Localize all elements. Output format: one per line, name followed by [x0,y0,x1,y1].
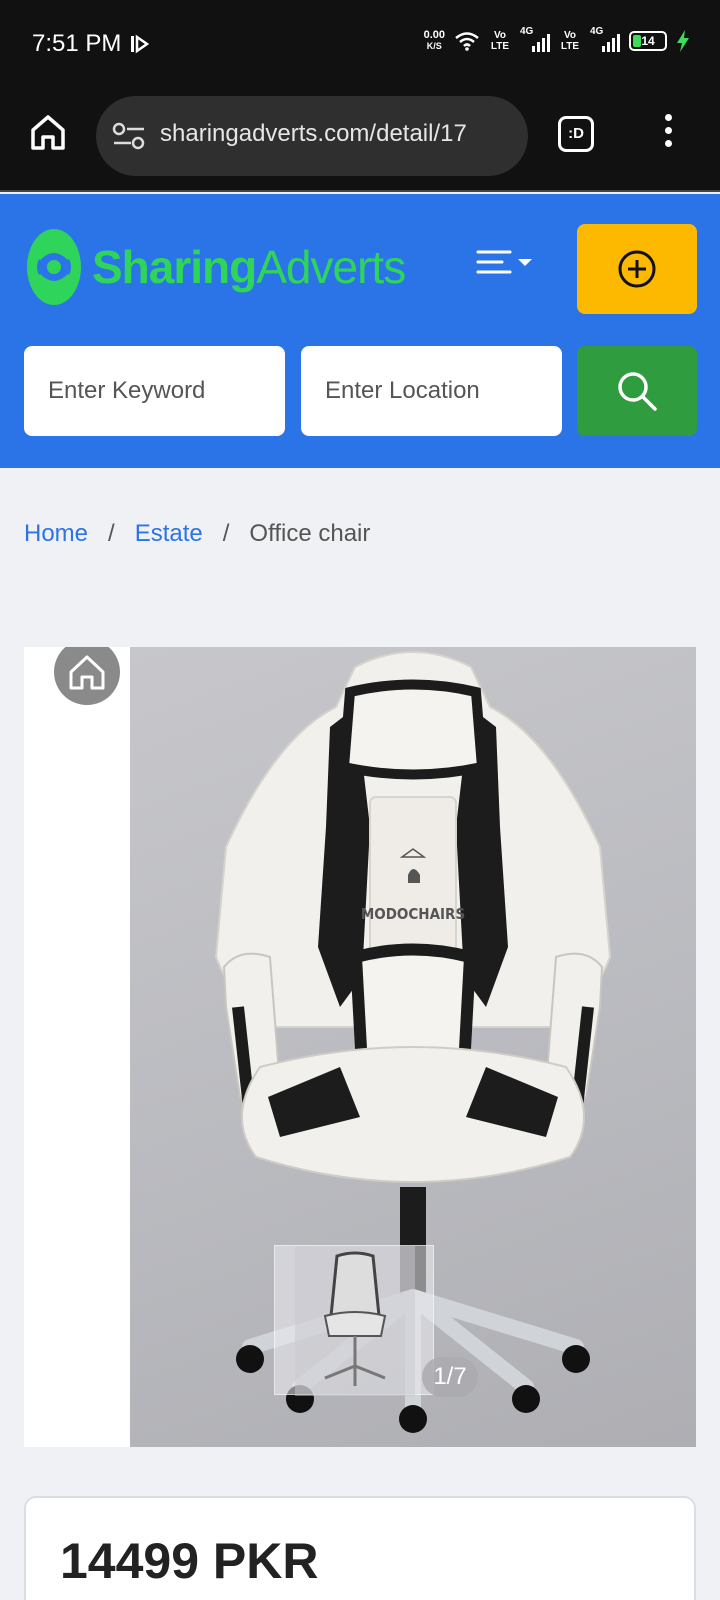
site-header: SharingAdverts Enter Keyword Enter Locat… [0,194,720,468]
menu-lines-icon [476,250,532,274]
search-icon [618,372,657,411]
breadcrumb-current: Office chair [249,520,371,547]
network-speed: 0.00 K/S [423,29,445,52]
site-settings-icon[interactable] [112,122,146,150]
watermark-text: MODOCHAIRS [361,905,465,923]
image-gallery: MODOCHAIRS 1/7 [24,647,696,1447]
gallery-thumbnail[interactable] [274,1245,434,1396]
price-card: 14499 PKR [24,1496,696,1600]
breadcrumb-separator: / [108,520,115,547]
signal-2-icon: 4G [590,26,620,52]
image-counter: 1/7 [422,1357,478,1397]
listing-price: 14499 PKR [60,1533,319,1589]
browser-toolbar: sharingadverts.com/detail/17 :D [0,90,720,192]
post-ad-button[interactable] [577,224,697,314]
breadcrumb-home-link[interactable]: Home [24,520,88,548]
charging-icon [677,30,689,52]
site-logo[interactable]: SharingAdverts [26,228,406,306]
status-time: 7:51 PM [32,30,122,57]
plus-circle-icon [618,250,656,288]
keyword-input[interactable]: Enter Keyword [24,346,285,436]
category-menu-button[interactable] [476,244,556,284]
browser-menu-icon[interactable] [660,114,676,154]
browser-home-icon[interactable] [28,112,68,152]
breadcrumb: Home / Estate / Office chair [24,520,370,548]
breadcrumb-separator: / [222,520,230,547]
url-text: sharingadverts.com/detail/17 [160,120,467,147]
search-button[interactable] [577,346,697,436]
volte-2-indicator: Vo LTE [560,30,580,52]
signal-1-icon: 4G [520,26,550,52]
tab-switcher-button[interactable]: :D [558,116,594,152]
battery-icon: 14 [629,31,667,51]
media-playing-icon [131,34,150,54]
location-input[interactable]: Enter Location [301,346,562,436]
url-bar[interactable]: sharingadverts.com/detail/17 [96,96,528,176]
brand-name: SharingAdverts [92,241,406,293]
logo-swirl-icon [27,229,81,305]
wifi-icon [455,32,479,51]
volte-1-indicator: Vo LTE [490,30,510,52]
status-bar: 7:51 PM 0.00 K/S Vo LTE 4G Vo LTE 4G 14 [0,0,720,90]
keyword-placeholder: Enter Keyword [48,377,206,404]
home-badge-icon[interactable] [54,647,120,705]
location-placeholder: Enter Location [325,377,480,404]
breadcrumb-category-link[interactable]: Estate [135,520,203,548]
